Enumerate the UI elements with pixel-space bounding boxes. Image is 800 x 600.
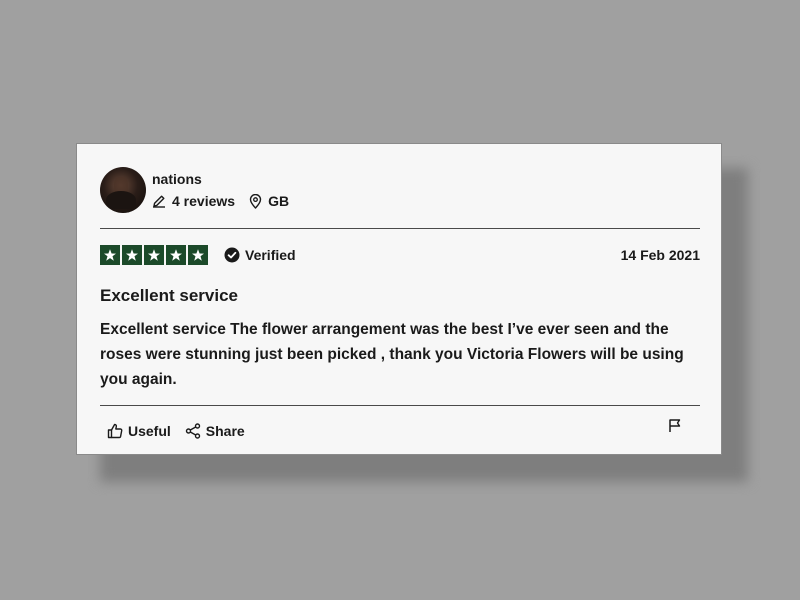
useful-button[interactable]: Useful (107, 423, 171, 439)
divider-bottom (100, 405, 700, 406)
star-icon (144, 245, 164, 265)
share-icon (185, 423, 200, 439)
username[interactable]: nations (152, 169, 289, 189)
pencil-icon (153, 195, 165, 208)
flag-icon (669, 419, 681, 432)
user-meta: 4 reviews GB (152, 193, 289, 209)
report-button[interactable] (668, 418, 682, 439)
verified-label: Verified (245, 247, 296, 263)
user-info: nations 4 reviews GB (152, 169, 289, 209)
review-actions: Useful Share (107, 423, 245, 439)
country-text: GB (268, 193, 290, 209)
star-rating (100, 245, 208, 265)
review-date: 14 Feb 2021 (620, 247, 700, 263)
star-icon (122, 245, 142, 265)
share-button[interactable]: Share (185, 423, 245, 439)
star-icon (100, 245, 120, 265)
review-card: nations 4 reviews GB Verified 14 Feb 202… (76, 143, 722, 455)
reviews-count-text: 4 reviews (172, 193, 236, 209)
star-icon (166, 245, 186, 265)
review-header: nations 4 reviews GB (100, 167, 289, 213)
reviews-count: 4 reviews (152, 193, 235, 209)
share-label: Share (205, 423, 245, 439)
useful-label: Useful (128, 423, 171, 439)
avatar[interactable] (100, 167, 146, 213)
thumbs-up-icon (107, 423, 123, 439)
user-country: GB (249, 193, 289, 209)
verified-badge[interactable]: Verified (224, 247, 296, 263)
divider-top (100, 228, 700, 229)
check-circle-icon (224, 247, 240, 263)
rating-row: Verified 14 Feb 2021 (100, 244, 700, 266)
star-icon (188, 245, 208, 265)
location-pin-icon (249, 193, 262, 209)
review-title: Excellent service (100, 286, 238, 305)
review-text: Excellent service The flower arrangement… (100, 321, 684, 388)
